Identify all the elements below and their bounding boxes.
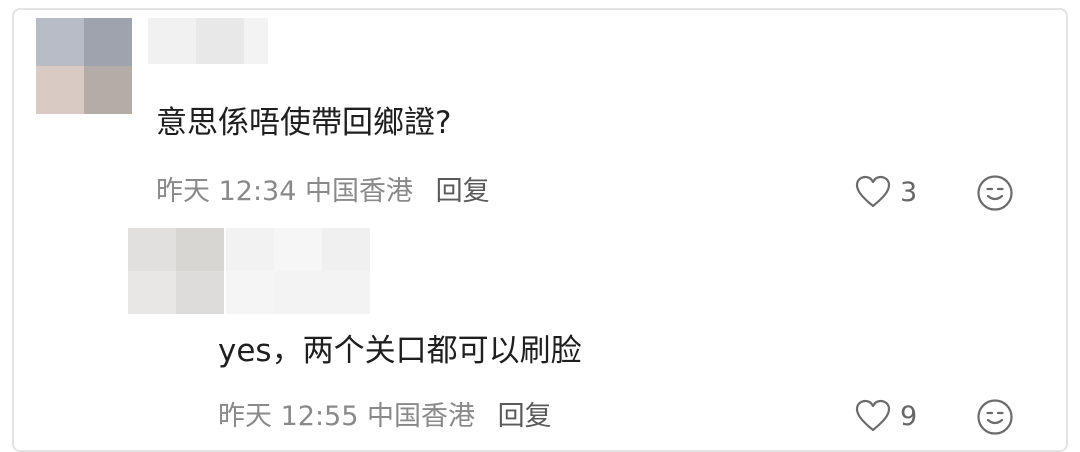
reply-reply-button[interactable]: 回复 bbox=[498, 401, 552, 432]
comment-meta: 昨天 12:34 中国香港 回复 bbox=[156, 178, 490, 205]
comment-location: 中国香港 bbox=[305, 176, 413, 207]
reply-meta: 昨天 12:55 中国香港 回复 bbox=[218, 403, 552, 430]
comment-time: 昨天 12:34 bbox=[156, 176, 297, 207]
like-count: 3 bbox=[900, 176, 918, 208]
reply-avatar[interactable] bbox=[128, 228, 224, 314]
reply-like-count: 9 bbox=[900, 400, 918, 432]
reply-username-blurred[interactable] bbox=[226, 228, 370, 314]
like-button[interactable]: 3 bbox=[854, 174, 917, 210]
comment-text: 意思係唔使帶回鄉證? bbox=[156, 105, 452, 141]
smiley-face-icon[interactable] bbox=[976, 174, 1014, 212]
reply-time: 昨天 12:55 bbox=[218, 401, 359, 432]
smiley-face-icon[interactable] bbox=[976, 398, 1014, 436]
avatar[interactable] bbox=[36, 18, 132, 114]
reply-like-button[interactable]: 9 bbox=[854, 398, 917, 434]
username-blurred[interactable] bbox=[148, 18, 268, 64]
heart-outline-icon bbox=[855, 175, 891, 208]
reply-text: yes，两个关口都可以刷脸 bbox=[218, 333, 582, 369]
reply-location: 中国香港 bbox=[367, 401, 475, 432]
heart-outline-icon bbox=[855, 399, 891, 432]
reply-button[interactable]: 回复 bbox=[436, 176, 490, 207]
